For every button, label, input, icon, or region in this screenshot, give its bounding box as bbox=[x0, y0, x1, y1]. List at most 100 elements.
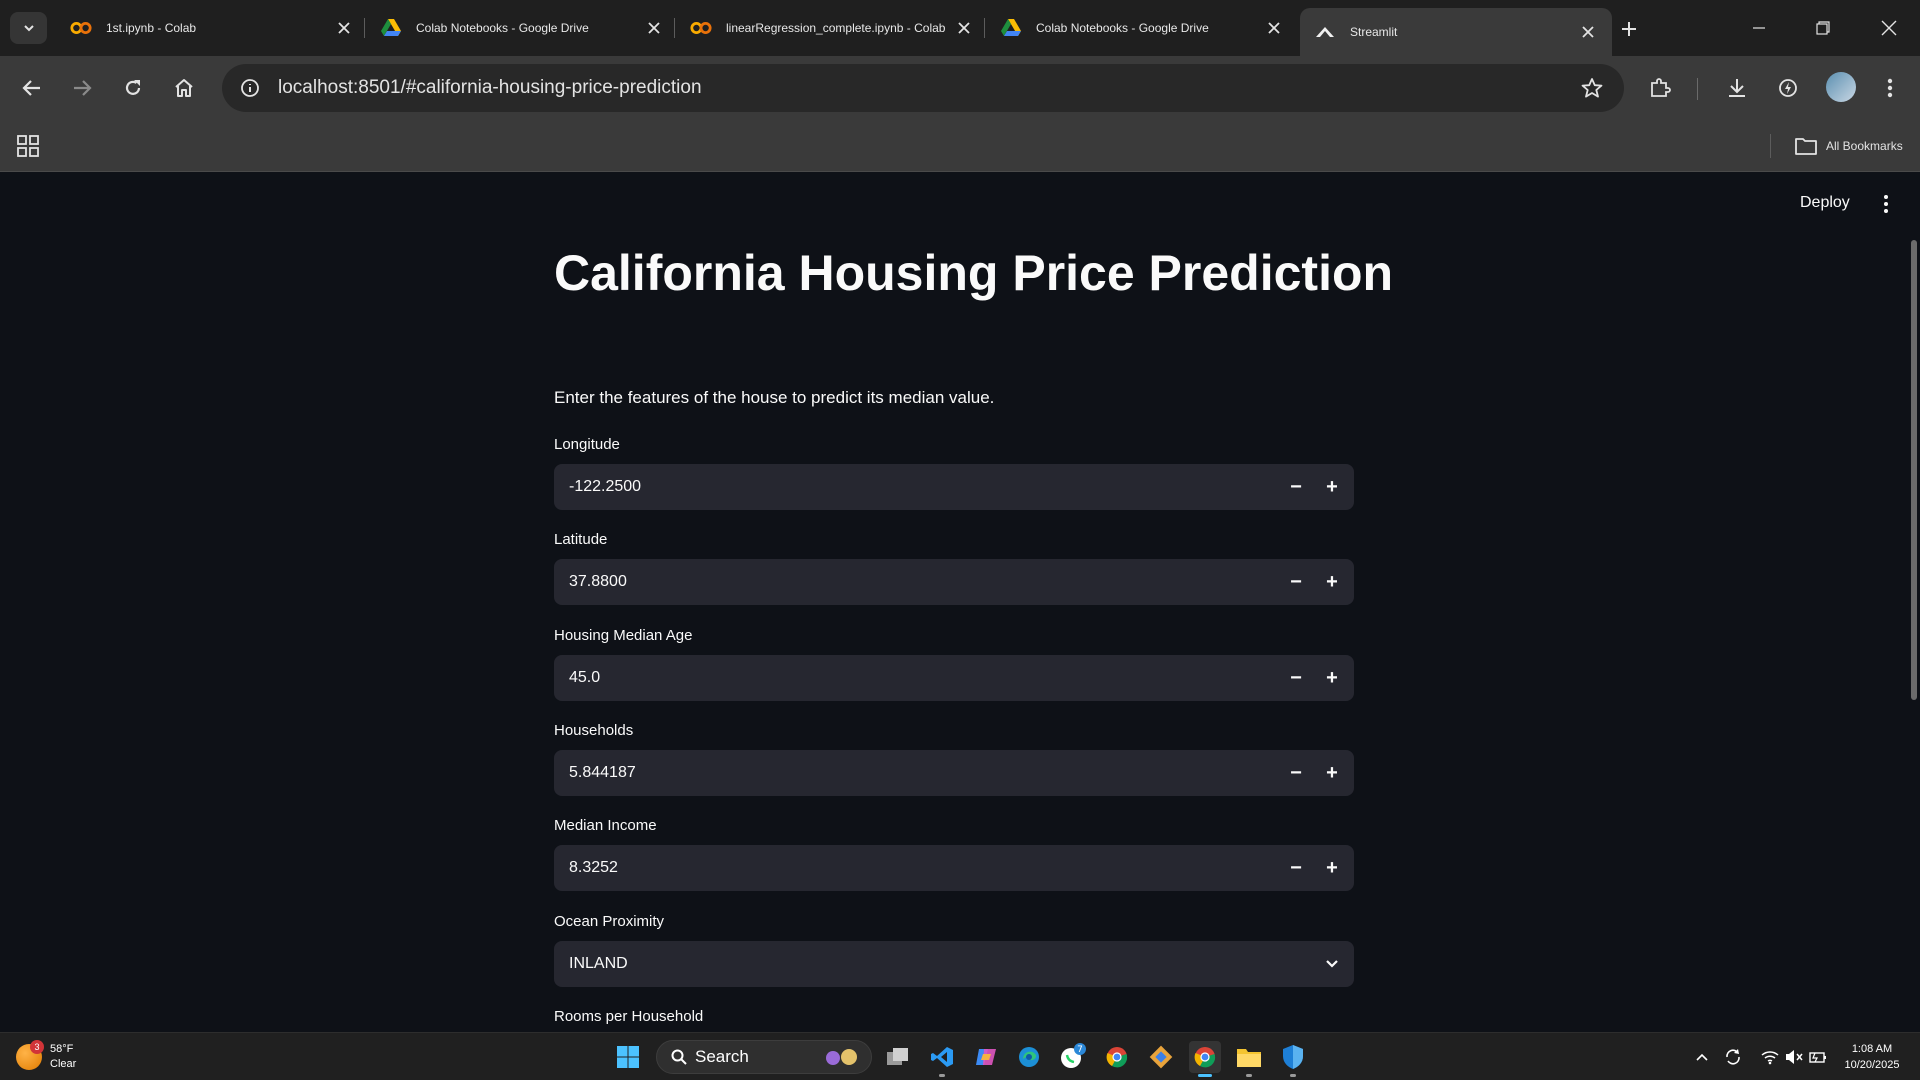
minimize-button[interactable] bbox=[1736, 10, 1782, 46]
tab-separator bbox=[364, 18, 365, 38]
minimize-icon bbox=[1753, 27, 1765, 29]
households-input[interactable]: 5.844187 − + bbox=[554, 750, 1354, 796]
tab-drive-1[interactable]: Colab Notebooks - Google Drive bbox=[366, 8, 678, 48]
vscode-icon bbox=[931, 1047, 953, 1067]
increment-button[interactable]: + bbox=[1314, 655, 1350, 701]
system-clock[interactable]: 1:08 AM 10/20/2025 bbox=[1834, 1041, 1910, 1073]
latitude-input[interactable]: 37.8800 − + bbox=[554, 559, 1354, 605]
browser-menu-button[interactable] bbox=[1872, 70, 1908, 106]
reload-button[interactable] bbox=[115, 70, 151, 106]
taskbar-edge[interactable] bbox=[1013, 1041, 1045, 1073]
site-info-icon[interactable] bbox=[230, 68, 270, 108]
all-bookmarks-button[interactable]: All Bookmarks bbox=[1794, 132, 1903, 160]
arrow-right-icon bbox=[74, 80, 92, 96]
address-bar[interactable]: localhost:8501/#california-housing-price… bbox=[222, 64, 1624, 112]
running-indicator bbox=[939, 1074, 945, 1077]
tray-sync-button[interactable] bbox=[1722, 1045, 1744, 1069]
tab-search-button[interactable] bbox=[10, 12, 47, 44]
tray-quick-settings[interactable] bbox=[1754, 1045, 1834, 1069]
home-button[interactable] bbox=[166, 70, 202, 106]
decrement-button[interactable]: − bbox=[1278, 845, 1314, 891]
housing-median-age-value[interactable]: 45.0 bbox=[554, 669, 1278, 687]
downloads-button[interactable] bbox=[1719, 70, 1755, 106]
taskbar-chrome[interactable] bbox=[1101, 1041, 1133, 1073]
tab-drive-2[interactable]: Colab Notebooks - Google Drive bbox=[986, 8, 1298, 48]
streamlit-icon bbox=[1314, 24, 1336, 40]
chevron-down-icon[interactable] bbox=[1310, 959, 1354, 969]
close-window-button[interactable] bbox=[1866, 10, 1912, 46]
sync-icon bbox=[1726, 1049, 1740, 1065]
download-icon bbox=[1729, 79, 1745, 97]
taskbar-chrome-active[interactable] bbox=[1189, 1041, 1221, 1077]
performance-button[interactable] bbox=[1770, 70, 1806, 106]
decrement-button[interactable]: − bbox=[1278, 559, 1314, 605]
deploy-button[interactable]: Deploy bbox=[1800, 194, 1850, 212]
bookmark-star-icon[interactable] bbox=[1572, 68, 1612, 108]
taskbar-vscode[interactable] bbox=[926, 1041, 958, 1077]
close-icon[interactable] bbox=[334, 18, 354, 38]
tab-colab-1[interactable]: 1st.ipynb - Colab bbox=[56, 8, 368, 48]
increment-button[interactable]: + bbox=[1314, 464, 1350, 510]
arrow-left-icon bbox=[22, 80, 40, 96]
close-icon[interactable] bbox=[644, 18, 664, 38]
scrollbar-thumb[interactable] bbox=[1911, 240, 1917, 700]
task-view-button[interactable] bbox=[882, 1041, 914, 1073]
taskbar-whatsapp[interactable]: 7 bbox=[1057, 1041, 1089, 1073]
browser-toolbar: localhost:8501/#california-housing-price… bbox=[0, 56, 1920, 122]
profile-avatar[interactable] bbox=[1826, 72, 1856, 102]
task-view-icon bbox=[887, 1048, 908, 1065]
weather-condition: Clear bbox=[50, 1058, 77, 1070]
new-tab-button[interactable] bbox=[1614, 14, 1644, 44]
search-highlight-icon bbox=[826, 1049, 857, 1065]
restore-icon bbox=[1816, 21, 1830, 35]
start-button[interactable] bbox=[612, 1041, 644, 1073]
ocean-proximity-select[interactable]: INLAND bbox=[554, 941, 1354, 987]
median-income-input[interactable]: 8.3252 − + bbox=[554, 845, 1354, 891]
kebab-menu-icon bbox=[1887, 78, 1893, 98]
median-income-value[interactable]: 8.3252 bbox=[554, 859, 1278, 877]
taskbar-git[interactable] bbox=[1145, 1041, 1177, 1073]
active-indicator bbox=[1198, 1074, 1212, 1077]
forward-button[interactable] bbox=[64, 70, 100, 106]
increment-button[interactable]: + bbox=[1314, 750, 1350, 796]
taskbar-file-explorer[interactable] bbox=[1233, 1041, 1265, 1077]
back-button[interactable] bbox=[14, 70, 50, 106]
running-indicator bbox=[1246, 1074, 1252, 1077]
tab-colab-2[interactable]: linearRegression_complete.ipynb - Colab bbox=[676, 8, 988, 48]
taskbar-search[interactable]: Search bbox=[656, 1040, 872, 1074]
apps-grid-icon[interactable] bbox=[16, 134, 40, 158]
weather-widget[interactable]: 3 58°F Clear bbox=[16, 1037, 76, 1077]
extensions-button[interactable] bbox=[1642, 70, 1678, 106]
longitude-value[interactable]: -122.2500 bbox=[554, 478, 1278, 496]
app-menu-button[interactable] bbox=[1876, 192, 1896, 216]
taskbar-copilot[interactable] bbox=[970, 1041, 1002, 1073]
increment-button[interactable]: + bbox=[1314, 845, 1350, 891]
latitude-value[interactable]: 37.8800 bbox=[554, 573, 1278, 591]
url-text[interactable]: localhost:8501/#california-housing-price… bbox=[278, 77, 1572, 99]
housing-median-age-input[interactable]: 45.0 − + bbox=[554, 655, 1354, 701]
restore-button[interactable] bbox=[1800, 10, 1846, 46]
tab-streamlit[interactable]: Streamlit bbox=[1300, 8, 1612, 56]
close-icon[interactable] bbox=[1578, 22, 1598, 42]
page-title: California Housing Price Prediction bbox=[554, 245, 1394, 301]
longitude-input[interactable]: -122.2500 − + bbox=[554, 464, 1354, 510]
intro-text: Enter the features of the house to predi… bbox=[554, 388, 995, 407]
speaker-muted-icon bbox=[1786, 1050, 1803, 1064]
folder-icon bbox=[1237, 1049, 1261, 1067]
increment-button[interactable]: + bbox=[1314, 559, 1350, 605]
drive-icon bbox=[1000, 19, 1022, 36]
tray-overflow-button[interactable] bbox=[1692, 1045, 1712, 1069]
decrement-button[interactable]: − bbox=[1278, 464, 1314, 510]
households-value[interactable]: 5.844187 bbox=[554, 764, 1278, 782]
close-icon bbox=[1881, 20, 1897, 36]
edge-icon bbox=[1019, 1047, 1039, 1067]
ocean-proximity-value[interactable]: INLAND bbox=[554, 955, 1310, 973]
households-label: Households bbox=[554, 722, 634, 739]
close-icon[interactable] bbox=[954, 18, 974, 38]
copilot-icon bbox=[976, 1049, 996, 1065]
tab-title: 1st.ipynb - Colab bbox=[106, 21, 197, 35]
decrement-button[interactable]: − bbox=[1278, 655, 1314, 701]
close-icon[interactable] bbox=[1264, 18, 1284, 38]
decrement-button[interactable]: − bbox=[1278, 750, 1314, 796]
taskbar-defender[interactable] bbox=[1277, 1041, 1309, 1077]
